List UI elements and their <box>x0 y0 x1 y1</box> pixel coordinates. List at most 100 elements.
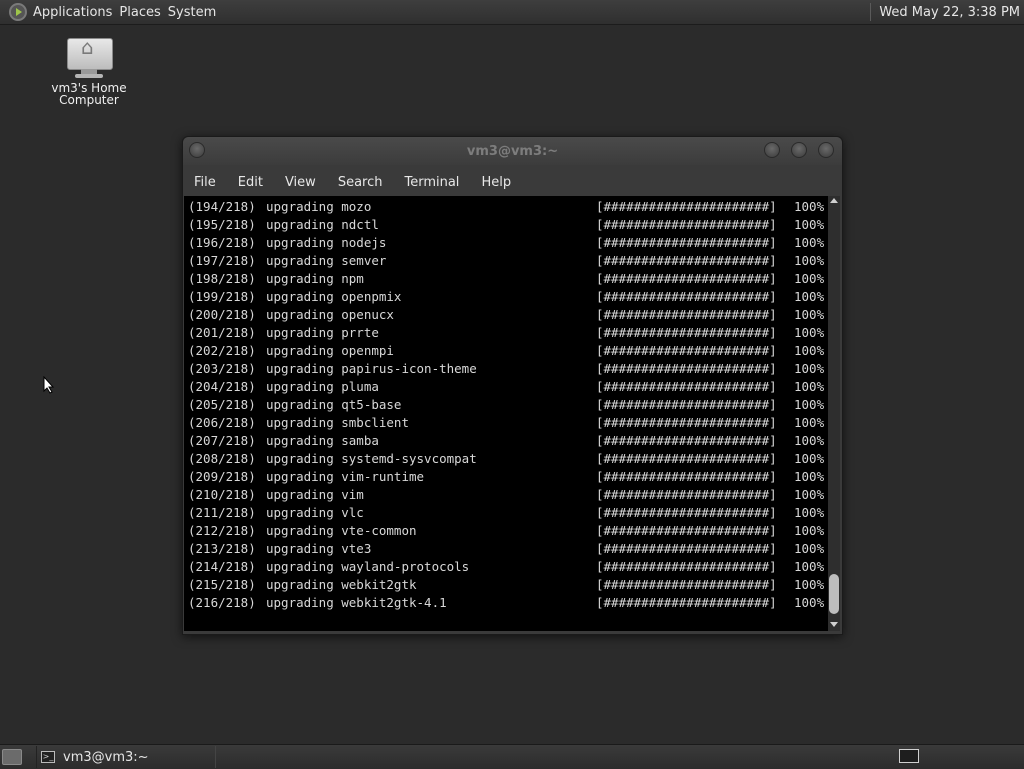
menu-help[interactable]: Help <box>470 175 522 190</box>
terminal-line: (196/218) upgrading nodejs [##############… <box>188 234 828 252</box>
line-progress-bar: [######################] <box>596 505 777 520</box>
line-text: upgrading vte-common <box>266 523 417 538</box>
line-progress-bar: [######################] <box>596 559 777 574</box>
line-progress-bar: [######################] <box>596 379 777 394</box>
terminal-line: (213/218) upgrading vte3 [################… <box>188 540 828 558</box>
scroll-up-arrow-icon[interactable] <box>830 198 838 203</box>
line-percent: 100% <box>794 469 825 484</box>
terminal-line: (207/218) upgrading samba [###############… <box>188 432 828 450</box>
line-text: upgrading papirus-icon-theme <box>266 361 477 376</box>
line-progress-bar: [######################] <box>596 361 777 376</box>
line-text: upgrading pluma <box>266 379 379 394</box>
line-progress-bar: [######################] <box>596 253 777 268</box>
close-button[interactable] <box>818 142 834 158</box>
terminal-line: (211/218) upgrading vlc [#################… <box>188 504 828 522</box>
line-progress-bar: [######################] <box>596 487 777 502</box>
applications-menu[interactable]: Applications <box>33 5 119 20</box>
places-menu[interactable]: Places <box>119 5 167 20</box>
line-progress-bar: [######################] <box>596 235 777 250</box>
menu-view[interactable]: View <box>274 175 327 190</box>
line-percent: 100% <box>794 433 825 448</box>
line-progress-bar: [######################] <box>596 199 777 214</box>
line-progress-bar: [######################] <box>596 415 777 430</box>
line-text: upgrading wayland-protocols <box>266 559 470 574</box>
line-index: (202/218) <box>188 343 256 358</box>
line-percent: 100% <box>794 541 825 556</box>
taskbar-terminal-button[interactable]: >_ vm3@vm3:~ <box>36 746 216 768</box>
line-index: (198/218) <box>188 271 256 286</box>
line-percent: 100% <box>794 577 825 592</box>
line-text: upgrading webkit2gtk <box>266 577 417 592</box>
scroll-thumb[interactable] <box>829 574 839 614</box>
line-index: (210/218) <box>188 487 256 502</box>
line-text: upgrading npm <box>266 271 364 286</box>
line-index: (215/218) <box>188 577 256 592</box>
terminal-line: (208/218) upgrading systemd-sysvcompat [##… <box>188 450 828 468</box>
terminal-output[interactable]: (194/218) upgrading mozo [################… <box>184 196 828 631</box>
terminal-line: (195/218) upgrading ndctl [###############… <box>188 216 828 234</box>
scroll-down-arrow-icon[interactable] <box>830 622 838 627</box>
line-index: (214/218) <box>188 559 256 574</box>
line-percent: 100% <box>794 343 825 358</box>
panel-separator <box>870 3 872 21</box>
line-index: (206/218) <box>188 415 256 430</box>
menu-file[interactable]: File <box>183 175 227 190</box>
line-index: (201/218) <box>188 325 256 340</box>
terminal-line: (200/218) upgrading openucx [#############… <box>188 306 828 324</box>
line-text: upgrading qt5-base <box>266 397 402 412</box>
line-index: (209/218) <box>188 469 256 484</box>
line-progress-bar: [######################] <box>596 343 777 358</box>
terminal-line: (199/218) upgrading openpmix [############… <box>188 288 828 306</box>
line-text: upgrading openpmix <box>266 289 402 304</box>
show-desktop-icon[interactable] <box>2 749 22 765</box>
terminal-line: (206/218) upgrading smbclient [###########… <box>188 414 828 432</box>
line-index: (195/218) <box>188 217 256 232</box>
line-progress-bar: [######################] <box>596 595 777 610</box>
line-text: upgrading samba <box>266 433 379 448</box>
line-percent: 100% <box>794 361 825 376</box>
window-titlebar[interactable]: vm3@vm3:~ <box>183 137 842 165</box>
workspace-switcher[interactable] <box>899 749 919 763</box>
line-percent: 100% <box>794 451 825 466</box>
maximize-button[interactable] <box>791 142 807 158</box>
menu-terminal[interactable]: Terminal <box>393 175 470 190</box>
line-index: (194/218) <box>188 199 256 214</box>
line-index: (196/218) <box>188 235 256 250</box>
terminal-line: (214/218) upgrading wayland-protocols [###… <box>188 558 828 576</box>
line-percent: 100% <box>794 289 825 304</box>
line-progress-bar: [######################] <box>596 289 777 304</box>
line-text: upgrading vte3 <box>266 541 372 556</box>
line-percent: 100% <box>794 253 825 268</box>
terminal-scrollbar[interactable] <box>828 196 840 631</box>
desktop-icon-computer[interactable]: vm3's Home Computer <box>48 34 130 106</box>
line-index: (197/218) <box>188 253 256 268</box>
line-text: upgrading semver <box>266 253 387 268</box>
line-percent: 100% <box>794 325 825 340</box>
terminal-menubar: File Edit View Search Terminal Help <box>183 169 842 195</box>
window-title: vm3@vm3:~ <box>466 144 559 159</box>
system-menu[interactable]: System <box>168 5 223 20</box>
line-text: upgrading webkit2gtk-4.1 <box>266 595 447 610</box>
terminal-line: (209/218) upgrading vim-runtime [#########… <box>188 468 828 486</box>
terminal-line: (215/218) upgrading webkit2gtk [##########… <box>188 576 828 594</box>
line-index: (208/218) <box>188 451 256 466</box>
line-percent: 100% <box>794 523 825 538</box>
mouse-pointer-icon <box>43 376 55 394</box>
line-percent: 100% <box>794 559 825 574</box>
menu-search[interactable]: Search <box>327 175 394 190</box>
minimize-button[interactable] <box>764 142 780 158</box>
line-text: upgrading ndctl <box>266 217 379 232</box>
menu-edit[interactable]: Edit <box>227 175 274 190</box>
line-progress-bar: [######################] <box>596 541 777 556</box>
line-index: (204/218) <box>188 379 256 394</box>
line-progress-bar: [######################] <box>596 469 777 484</box>
terminal-line: (216/218) upgrading webkit2gtk-4.1 [######… <box>188 594 828 612</box>
line-text: upgrading vim <box>266 487 364 502</box>
line-percent: 100% <box>794 595 825 610</box>
line-percent: 100% <box>794 379 825 394</box>
line-percent: 100% <box>794 199 825 214</box>
line-text: upgrading openmpi <box>266 343 394 358</box>
mate-logo-icon[interactable] <box>9 3 27 21</box>
line-index: (211/218) <box>188 505 256 520</box>
clock[interactable]: Wed May 22, 3:38 PM <box>879 5 1020 20</box>
